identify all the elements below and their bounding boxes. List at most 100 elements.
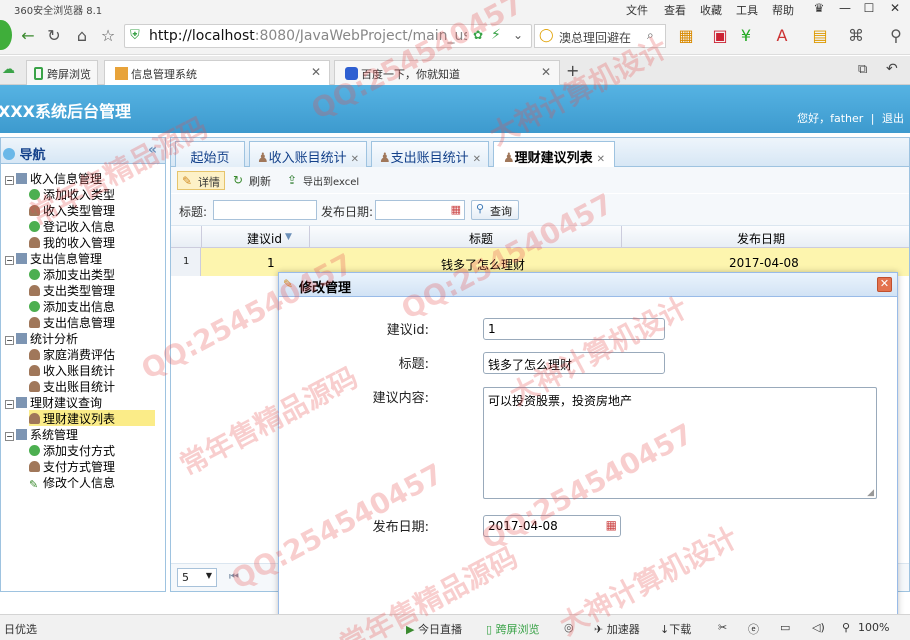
ie-icon[interactable]: ⓔ — [748, 621, 759, 637]
tab-advice-list[interactable]: ♟理财建议列表 ✕ — [493, 141, 615, 167]
close-tab-icon[interactable]: ✕ — [351, 154, 359, 165]
reload-icon[interactable]: ↻ — [44, 27, 64, 45]
resize-handle-icon[interactable]: ◢ — [867, 488, 874, 498]
logout-link[interactable]: 退出 — [882, 112, 904, 125]
close-tab-icon[interactable]: ✕ — [473, 154, 481, 165]
advice-id-field[interactable]: 1 — [483, 318, 665, 340]
column-header-title[interactable]: 标题 — [469, 230, 493, 247]
apps-icon[interactable]: ▦ — [676, 27, 696, 45]
menu-favorites[interactable]: 收藏 — [700, 2, 722, 18]
status-download[interactable]: ↓下载 — [660, 621, 691, 637]
tree-item-register-income[interactable]: 登记收入信息 — [29, 218, 115, 234]
tree-group-system[interactable]: − 系统管理 — [5, 426, 78, 442]
close-icon[interactable]: ✕ — [877, 277, 892, 292]
zoom-icon[interactable]: ⚲ — [842, 621, 850, 634]
translate-icon[interactable]: A — [772, 27, 792, 45]
tree-item-payment-mgmt[interactable]: 支付方式管理 — [29, 458, 115, 474]
collapse-toggle-icon[interactable]: − — [5, 176, 14, 185]
close-tab-icon[interactable]: ✕ — [311, 65, 321, 79]
calendar-icon[interactable]: ▦ — [606, 518, 617, 532]
zoom-icon[interactable]: ⚲ — [886, 27, 906, 45]
tree-item-add-expense[interactable]: 添加支出信息 — [29, 298, 115, 314]
tree-item-edit-profile[interactable]: ✎ 修改个人信息 — [29, 474, 115, 490]
lightning-icon[interactable]: ⚡ — [491, 27, 501, 43]
close-tab-icon[interactable]: ✕ — [597, 154, 605, 165]
menu-file[interactable]: 文件 — [626, 2, 648, 18]
collapse-toggle-icon[interactable]: − — [5, 336, 14, 345]
minimize-button[interactable]: — — [834, 0, 856, 16]
edge-icon[interactable]: ◎ — [564, 621, 574, 634]
column-header-date[interactable]: 发布日期 — [737, 230, 785, 247]
tree-item-expense-mgmt[interactable]: 支出信息管理 — [29, 314, 115, 330]
tree-item-expense-stats[interactable]: 支出账目统计 — [29, 378, 115, 394]
tree-item-family-eval[interactable]: 家庭消费评估 — [29, 346, 115, 362]
restore-tabs-icon[interactable]: ⧉ — [858, 62, 867, 77]
export-excel-button[interactable]: ⇪ 导出到excel — [283, 171, 363, 190]
tree-item-advice-list[interactable]: 理财建议列表 — [29, 410, 155, 426]
tree-item-income-type-mgmt[interactable]: 收入类型管理 — [29, 202, 115, 218]
status-accelerator[interactable]: ✈ 加速器 — [594, 621, 640, 637]
column-header-id[interactable]: 建议id — [247, 230, 282, 247]
chevron-down-icon[interactable]: ⌄ — [513, 28, 523, 42]
title-filter-input[interactable] — [213, 200, 317, 220]
status-live[interactable]: ▶ 今日直播 — [406, 621, 462, 637]
status-cross-screen[interactable]: ▯ 跨屏浏览 — [486, 621, 540, 637]
search-box[interactable]: ◯ 澳总理回避在 ⌕ — [534, 24, 666, 48]
skin-icon[interactable]: ♛ — [808, 0, 830, 16]
cloud-icon[interactable]: ☁ — [2, 62, 15, 77]
collapse-toggle-icon[interactable]: − — [5, 400, 14, 409]
status-left-text[interactable]: 日优选 — [4, 621, 37, 637]
new-tab-button[interactable]: + — [566, 61, 579, 80]
tab-info-system[interactable]: 信息管理系统 ✕ — [104, 60, 330, 85]
tab-baidu[interactable]: 百度一下，你就知道 ✕ — [334, 60, 560, 85]
tree-item-add-expense-type[interactable]: 添加支出类型 — [29, 266, 115, 282]
advice-content-textarea[interactable]: 可以投资股票，投资房地产 ◢ — [483, 387, 877, 499]
tab-home[interactable]: 起始页 — [175, 141, 245, 167]
collapse-toggle-icon[interactable]: − — [5, 256, 14, 265]
menu-help[interactable]: 帮助 — [772, 2, 794, 18]
tab-income-stats[interactable]: ♟收入账目统计 ✕ — [249, 141, 367, 167]
zoom-level[interactable]: 100% — [858, 621, 889, 634]
star-icon[interactable]: ☆ — [98, 27, 118, 45]
close-tab-icon[interactable]: ✕ — [541, 65, 551, 79]
publish-date-field[interactable]: 2017-04-08 ▦ — [483, 515, 621, 537]
tree-group-advice[interactable]: − 理财建议查询 — [5, 394, 102, 410]
address-bar[interactable]: ⛨ http://localhost:8080/JavaWebProject/m… — [124, 24, 532, 48]
coin-icon[interactable]: ¥ — [736, 27, 756, 45]
first-page-icon[interactable]: ⏮ — [229, 570, 239, 584]
tree-group-expense[interactable]: − 支出信息管理 — [5, 250, 102, 266]
screenshot-icon[interactable]: ✂ — [718, 621, 727, 634]
refresh-button[interactable]: ↻ 刷新 — [229, 171, 275, 190]
refresh-green-icon[interactable]: ✿ — [473, 28, 483, 42]
home-icon[interactable]: ⌂ — [72, 27, 92, 45]
window-icon[interactable]: ▭ — [780, 621, 790, 634]
tree-group-income[interactable]: − 收入信息管理 — [5, 170, 102, 186]
sort-desc-icon[interactable]: ▼ — [285, 232, 292, 242]
collapse-icon[interactable]: « — [148, 142, 157, 158]
tree-group-stats[interactable]: − 统计分析 — [5, 330, 78, 346]
menu-tools[interactable]: 工具 — [736, 2, 758, 18]
tree-item-add-payment[interactable]: 添加支付方式 — [29, 442, 115, 458]
collapse-toggle-icon[interactable]: − — [5, 432, 14, 441]
back-icon[interactable]: ← — [18, 27, 38, 45]
search-engine-icon[interactable]: ◯ — [539, 28, 554, 43]
undo-icon[interactable]: ↶ — [886, 61, 898, 77]
detail-button[interactable]: ✎ 详情 — [177, 171, 225, 190]
tree-item-income-stats[interactable]: 收入账目统计 — [29, 362, 115, 378]
maximize-button[interactable]: ☐ — [858, 0, 880, 16]
advice-title-field[interactable]: 钱多了怎么理财 — [483, 352, 665, 374]
search-icon[interactable]: ⌕ — [647, 28, 654, 43]
close-window-button[interactable]: ✕ — [884, 0, 906, 16]
tree-item-my-income[interactable]: 我的收入管理 — [29, 234, 115, 250]
note-icon[interactable]: ▤ — [810, 27, 830, 45]
tree-item-expense-type-mgmt[interactable]: 支出类型管理 — [29, 282, 115, 298]
query-button[interactable]: ⚲ 查询 — [471, 200, 519, 220]
menu-view[interactable]: 查看 — [664, 2, 686, 18]
search-input[interactable]: 澳总理回避在 — [559, 29, 631, 46]
sound-icon[interactable]: ◁) — [812, 621, 825, 634]
wallet-icon[interactable]: ▣ — [710, 27, 730, 45]
gamepad-icon[interactable]: ⌘ — [846, 27, 866, 45]
calendar-icon[interactable]: ▦ — [451, 203, 461, 216]
tree-item-add-income-type[interactable]: 添加收入类型 — [29, 186, 115, 202]
page-size-select[interactable]: 5 ▼ — [177, 568, 217, 587]
